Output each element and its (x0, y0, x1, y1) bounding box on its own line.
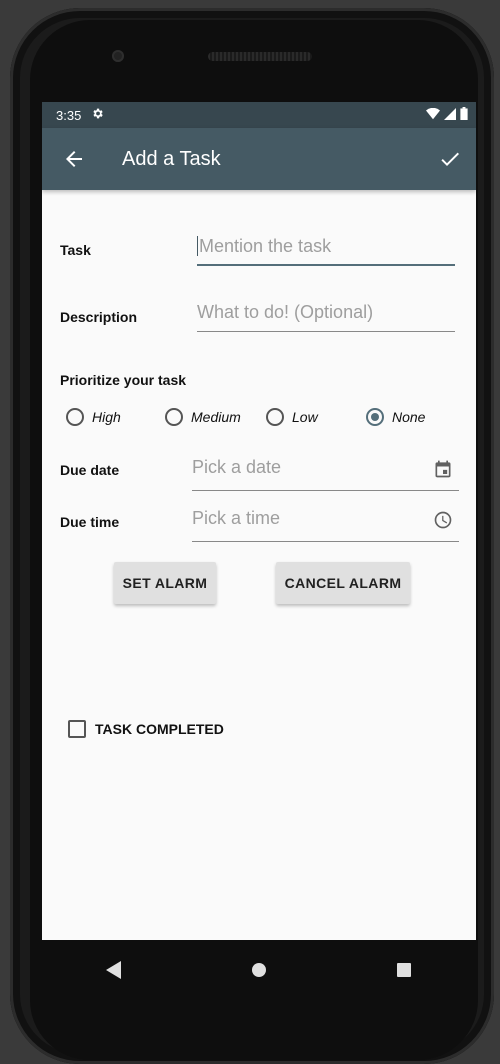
priority-medium-label: Medium (191, 409, 241, 425)
task-label: Task (60, 242, 91, 258)
nav-back-icon[interactable] (99, 955, 129, 985)
front-camera (112, 50, 124, 62)
task-form: Task Mention the task Description What t… (42, 190, 476, 940)
app-screen: 3:35 Add a Task Task Mention the task De… (42, 102, 476, 940)
due-time-placeholder: Pick a time (192, 508, 281, 528)
nav-recents-icon[interactable] (389, 955, 419, 985)
radio-circle (66, 408, 84, 426)
description-input[interactable]: What to do! (Optional) (197, 302, 455, 332)
wifi-icon (426, 107, 440, 123)
check-icon[interactable] (438, 147, 462, 171)
due-time-field[interactable]: Pick a time (192, 508, 459, 542)
earpiece-speaker (208, 52, 312, 61)
gear-icon (91, 107, 104, 123)
task-completed-checkbox[interactable] (68, 720, 86, 738)
priority-high-label: High (92, 409, 121, 425)
priority-low-label: Low (292, 409, 318, 425)
cancel-alarm-button[interactable]: CANCEL ALARM (276, 562, 410, 604)
arrow-back-icon[interactable] (62, 147, 86, 171)
battery-icon (460, 107, 468, 123)
due-date-field[interactable]: Pick a date (192, 457, 459, 491)
nav-home-icon[interactable] (244, 955, 274, 985)
set-alarm-button[interactable]: SET ALARM (114, 562, 216, 604)
priority-radio-group: High Medium Low None (66, 404, 466, 432)
due-date-label: Due date (60, 462, 120, 478)
due-time-label: Due time (60, 514, 120, 530)
priority-low-radio[interactable]: Low (266, 408, 318, 426)
description-label: Description (60, 309, 138, 325)
task-completed-checkbox-row[interactable]: TASK COMPLETED (68, 720, 224, 738)
priority-high-radio[interactable]: High (66, 408, 121, 426)
priority-none-label: None (392, 409, 426, 425)
status-icons (426, 107, 468, 123)
description-placeholder: What to do! (Optional) (197, 302, 374, 322)
priority-medium-radio[interactable]: Medium (165, 408, 241, 426)
task-placeholder: Mention the task (199, 236, 332, 256)
radio-circle (266, 408, 284, 426)
radio-circle-selected (366, 408, 384, 426)
priority-none-radio[interactable]: None (366, 408, 425, 426)
calendar-icon[interactable] (433, 459, 453, 484)
status-time: 3:35 (56, 107, 82, 123)
priority-label: Prioritize your task (60, 372, 187, 388)
text-cursor (197, 236, 198, 256)
task-completed-label: TASK COMPLETED (95, 721, 224, 737)
task-input[interactable]: Mention the task (197, 236, 455, 266)
status-bar: 3:35 (42, 102, 476, 128)
app-toolbar: Add a Task (42, 128, 476, 190)
radio-circle (165, 408, 183, 426)
signal-icon (444, 107, 456, 123)
clock-icon[interactable] (433, 510, 453, 535)
due-date-placeholder: Pick a date (192, 457, 282, 477)
system-nav-bar (42, 940, 476, 1000)
page-title: Add a Task (122, 147, 221, 170)
